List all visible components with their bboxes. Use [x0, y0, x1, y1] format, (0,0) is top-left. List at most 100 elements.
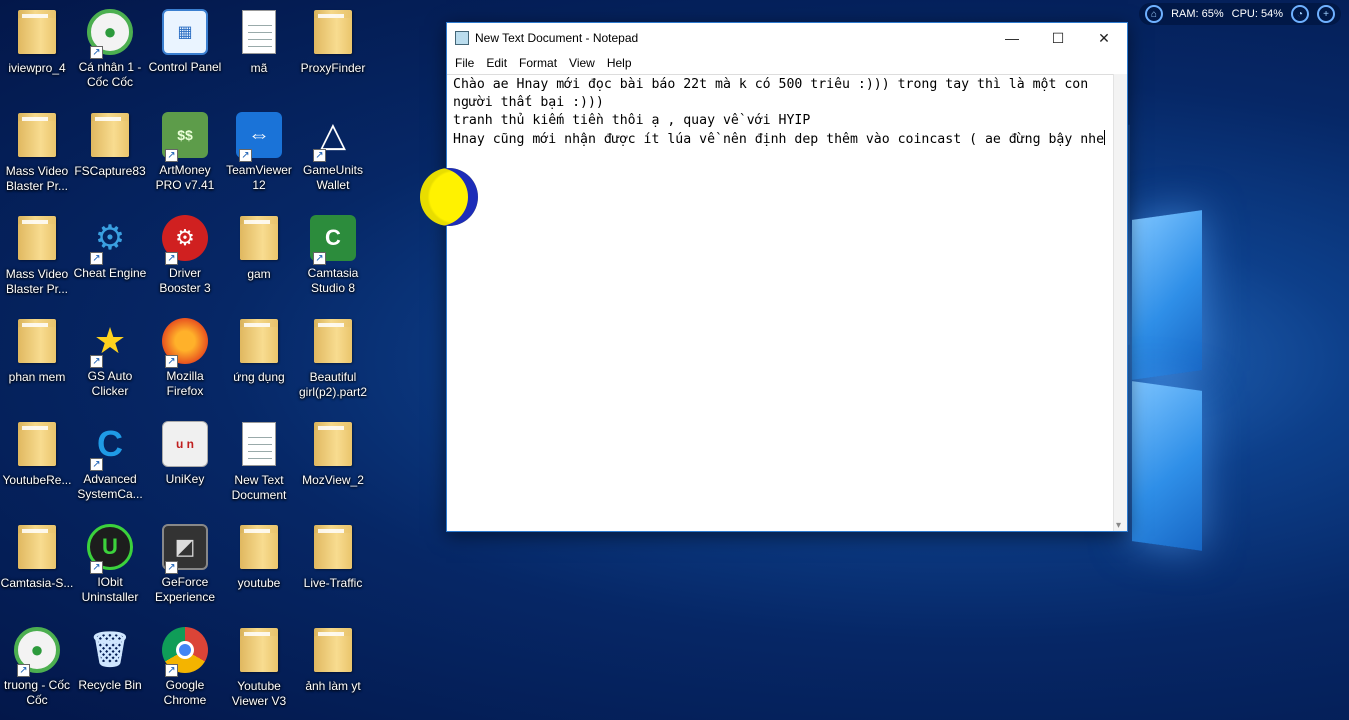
icon-glyph: $$ ↗ — [161, 112, 209, 162]
desktop-icon[interactable]: New Text Document — [222, 420, 296, 503]
folder-icon — [18, 10, 56, 54]
icon-glyph — [235, 319, 283, 367]
vertical-scrollbar[interactable] — [1113, 74, 1127, 531]
desktop-icon[interactable]: ↗ Google Chrome — [148, 626, 222, 708]
desktop-icon[interactable]: youtube — [222, 523, 296, 591]
icon-glyph — [309, 10, 357, 58]
desktop-icon-label: youtube — [237, 576, 281, 590]
folder-icon — [314, 525, 352, 569]
desktop-icon[interactable]: ⇔ ↗ TeamViewer 12 — [222, 111, 296, 193]
unikey-icon: u n — [162, 421, 208, 467]
desktop-icon[interactable]: ▦ Control Panel — [148, 8, 222, 75]
icon-glyph: C ↗ — [309, 215, 357, 265]
close-button[interactable]: ✕ — [1081, 23, 1127, 53]
desktop-icon[interactable]: Camtasia-S... — [0, 523, 74, 591]
desktop-icon[interactable]: U ↗ IObit Uninstaller — [73, 523, 147, 605]
shortcut-arrow-icon: ↗ — [165, 149, 178, 162]
desktop-icon[interactable]: 🗑 Recycle Bin — [73, 626, 147, 693]
menu-format[interactable]: Format — [513, 56, 563, 70]
desktop-icon-label: Mass Video Blaster Pr... — [5, 267, 69, 296]
shortcut-arrow-icon: ↗ — [90, 355, 103, 368]
editor-line: Chào ae Hnay mới đọc bài báo 22t mà k có… — [453, 77, 1089, 92]
desktop-icon[interactable]: ● ↗ Cá nhân 1 - Cốc Cốc — [73, 8, 147, 90]
desktop-icon[interactable]: phan mem — [0, 317, 74, 385]
shortcut-arrow-icon: ↗ — [239, 149, 252, 162]
desktop-icon[interactable]: ⚙ ↗ Driver Booster 3 — [148, 214, 222, 296]
desktop-icon-label: GameUnits Wallet — [302, 163, 364, 192]
add-icon[interactable]: + — [1317, 5, 1335, 23]
menu-edit[interactable]: Edit — [480, 56, 513, 70]
shortcut-arrow-icon: ↗ — [90, 561, 103, 574]
desktop-icon-label: truong - Cốc Cốc — [3, 678, 71, 707]
icon-glyph: ◩ ↗ — [161, 524, 209, 574]
desktop-icon-label: gam — [247, 267, 271, 281]
folder-icon — [240, 628, 278, 672]
desktop-icon[interactable]: ảnh làm yt — [296, 626, 370, 694]
desktop-icon[interactable]: C ↗ Advanced SystemCa... — [73, 420, 147, 502]
editor-line: tranh thủ kiếm tiền thôi ạ , quay về với… — [453, 113, 811, 128]
icon-glyph: ↗ — [161, 627, 209, 677]
icon-glyph — [235, 525, 283, 573]
menu-help[interactable]: Help — [601, 56, 638, 70]
desktop-icon[interactable]: ProxyFinder — [296, 8, 370, 76]
desktop-icon[interactable]: Live-Traffic — [296, 523, 370, 591]
desktop-icon[interactable]: Mass Video Blaster Pr... — [0, 214, 74, 297]
text-editor[interactable]: Chào ae Hnay mới đọc bài báo 22t mà k có… — [447, 74, 1127, 531]
notepad-window[interactable]: New Text Document - Notepad — ☐ ✕ File E… — [446, 22, 1128, 532]
desktop-icon[interactable]: YoutubeRe... — [0, 420, 74, 488]
menu-file[interactable]: File — [449, 56, 480, 70]
folder-icon — [18, 422, 56, 466]
menu-view[interactable]: View — [563, 56, 601, 70]
icon-glyph — [13, 113, 61, 161]
icon-glyph — [235, 422, 283, 470]
desktop-icon[interactable]: iviewpro_4 — [0, 8, 74, 76]
desktop-icon[interactable]: △ ↗ GameUnits Wallet — [296, 111, 370, 193]
desktop-icon[interactable]: Youtube Viewer V3 — [222, 626, 296, 709]
desktop-icon[interactable]: MozView_2 — [296, 420, 370, 488]
desktop-icon[interactable]: Beautiful girl(p2).part2 — [296, 317, 370, 400]
folder-icon — [240, 216, 278, 260]
icon-glyph — [309, 422, 357, 470]
desktop-icon[interactable]: gam — [222, 214, 296, 282]
desktop-icon[interactable]: ● ↗ truong - Cốc Cốc — [0, 626, 74, 708]
shortcut-arrow-icon: ↗ — [17, 664, 30, 677]
control-panel-icon: ▦ — [162, 9, 208, 55]
desktop-icon-label: GeForce Experience — [154, 575, 216, 604]
shortcut-arrow-icon: ↗ — [165, 561, 178, 574]
speedometer-icon[interactable]: ◔ — [1291, 5, 1309, 23]
document-icon — [242, 10, 276, 54]
desktop-icon[interactable]: ◩ ↗ GeForce Experience — [148, 523, 222, 605]
desktop-icon[interactable]: ↗ Mozilla Firefox — [148, 317, 222, 399]
desktop-icon-label: iviewpro_4 — [8, 61, 66, 75]
desktop-icon[interactable]: $$ ↗ ArtMoney PRO v7.41 — [148, 111, 222, 193]
desktop-icon-label: Beautiful girl(p2).part2 — [298, 370, 368, 399]
desktop-icon[interactable]: FSCapture83 — [73, 111, 147, 179]
document-icon — [242, 422, 276, 466]
text-caret — [1104, 130, 1106, 145]
maximize-button[interactable]: ☐ — [1035, 23, 1081, 53]
desktop-icon-label: TeamViewer 12 — [226, 163, 292, 192]
desktop-icon[interactable]: Mass Video Blaster Pr... — [0, 111, 74, 194]
desktop-icon-label: Live-Traffic — [303, 576, 363, 590]
desktop-icon[interactable]: u n UniKey — [148, 420, 222, 487]
window-title: New Text Document - Notepad — [475, 31, 639, 45]
desktop-icon[interactable]: C ↗ Camtasia Studio 8 — [296, 214, 370, 296]
desktop-icon-label: Google Chrome — [163, 678, 207, 707]
folder-icon — [18, 525, 56, 569]
desktop-icon-label: Cheat Engine — [73, 266, 147, 280]
desktop-icon-label: ảnh làm yt — [305, 679, 361, 693]
shortcut-arrow-icon: ↗ — [165, 355, 178, 368]
notepad-titlebar[interactable]: New Text Document - Notepad — ☐ ✕ — [447, 23, 1127, 53]
desktop-icon[interactable]: ★ ↗ GS Auto Clicker — [73, 317, 147, 399]
desktop-icon[interactable]: mã — [222, 8, 296, 76]
icon-glyph: △ ↗ — [309, 112, 357, 162]
icon-glyph: ⚙ ↗ — [86, 215, 134, 265]
desktop-icon-label: Camtasia-S... — [0, 576, 74, 590]
desktop-icon[interactable]: ứng dụng — [222, 317, 296, 385]
system-monitor-widget: ⌂ RAM: 65% CPU: 54% ◔ + — [1139, 3, 1341, 25]
minimize-button[interactable]: — — [989, 23, 1035, 53]
icon-glyph: ● ↗ — [13, 627, 61, 677]
windows-logo-pane-bottom — [1132, 381, 1202, 551]
shortcut-arrow-icon: ↗ — [313, 149, 326, 162]
desktop-icon[interactable]: ⚙ ↗ Cheat Engine — [73, 214, 147, 281]
